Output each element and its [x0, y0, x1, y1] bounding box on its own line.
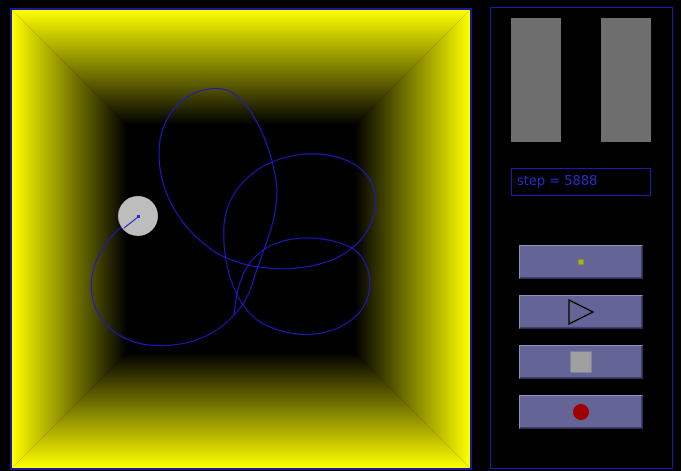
step-counter: step = 5888 [511, 168, 651, 196]
right-gauge-bar [601, 18, 651, 142]
stop-button[interactable] [519, 345, 643, 379]
stop-square-icon [570, 351, 592, 373]
left-gauge-bar [511, 18, 561, 142]
step-counter-label: step = 5888 [517, 174, 598, 189]
record-button[interactable] [519, 395, 643, 429]
play-triangle-icon [568, 299, 595, 325]
play-button[interactable] [519, 295, 643, 329]
control-panel: step = 5888 [490, 7, 673, 469]
simulation-view [10, 8, 472, 470]
step-button[interactable] [519, 245, 643, 279]
room-canvas [12, 10, 470, 468]
small-square-icon [578, 259, 584, 265]
record-circle-icon [573, 404, 589, 420]
